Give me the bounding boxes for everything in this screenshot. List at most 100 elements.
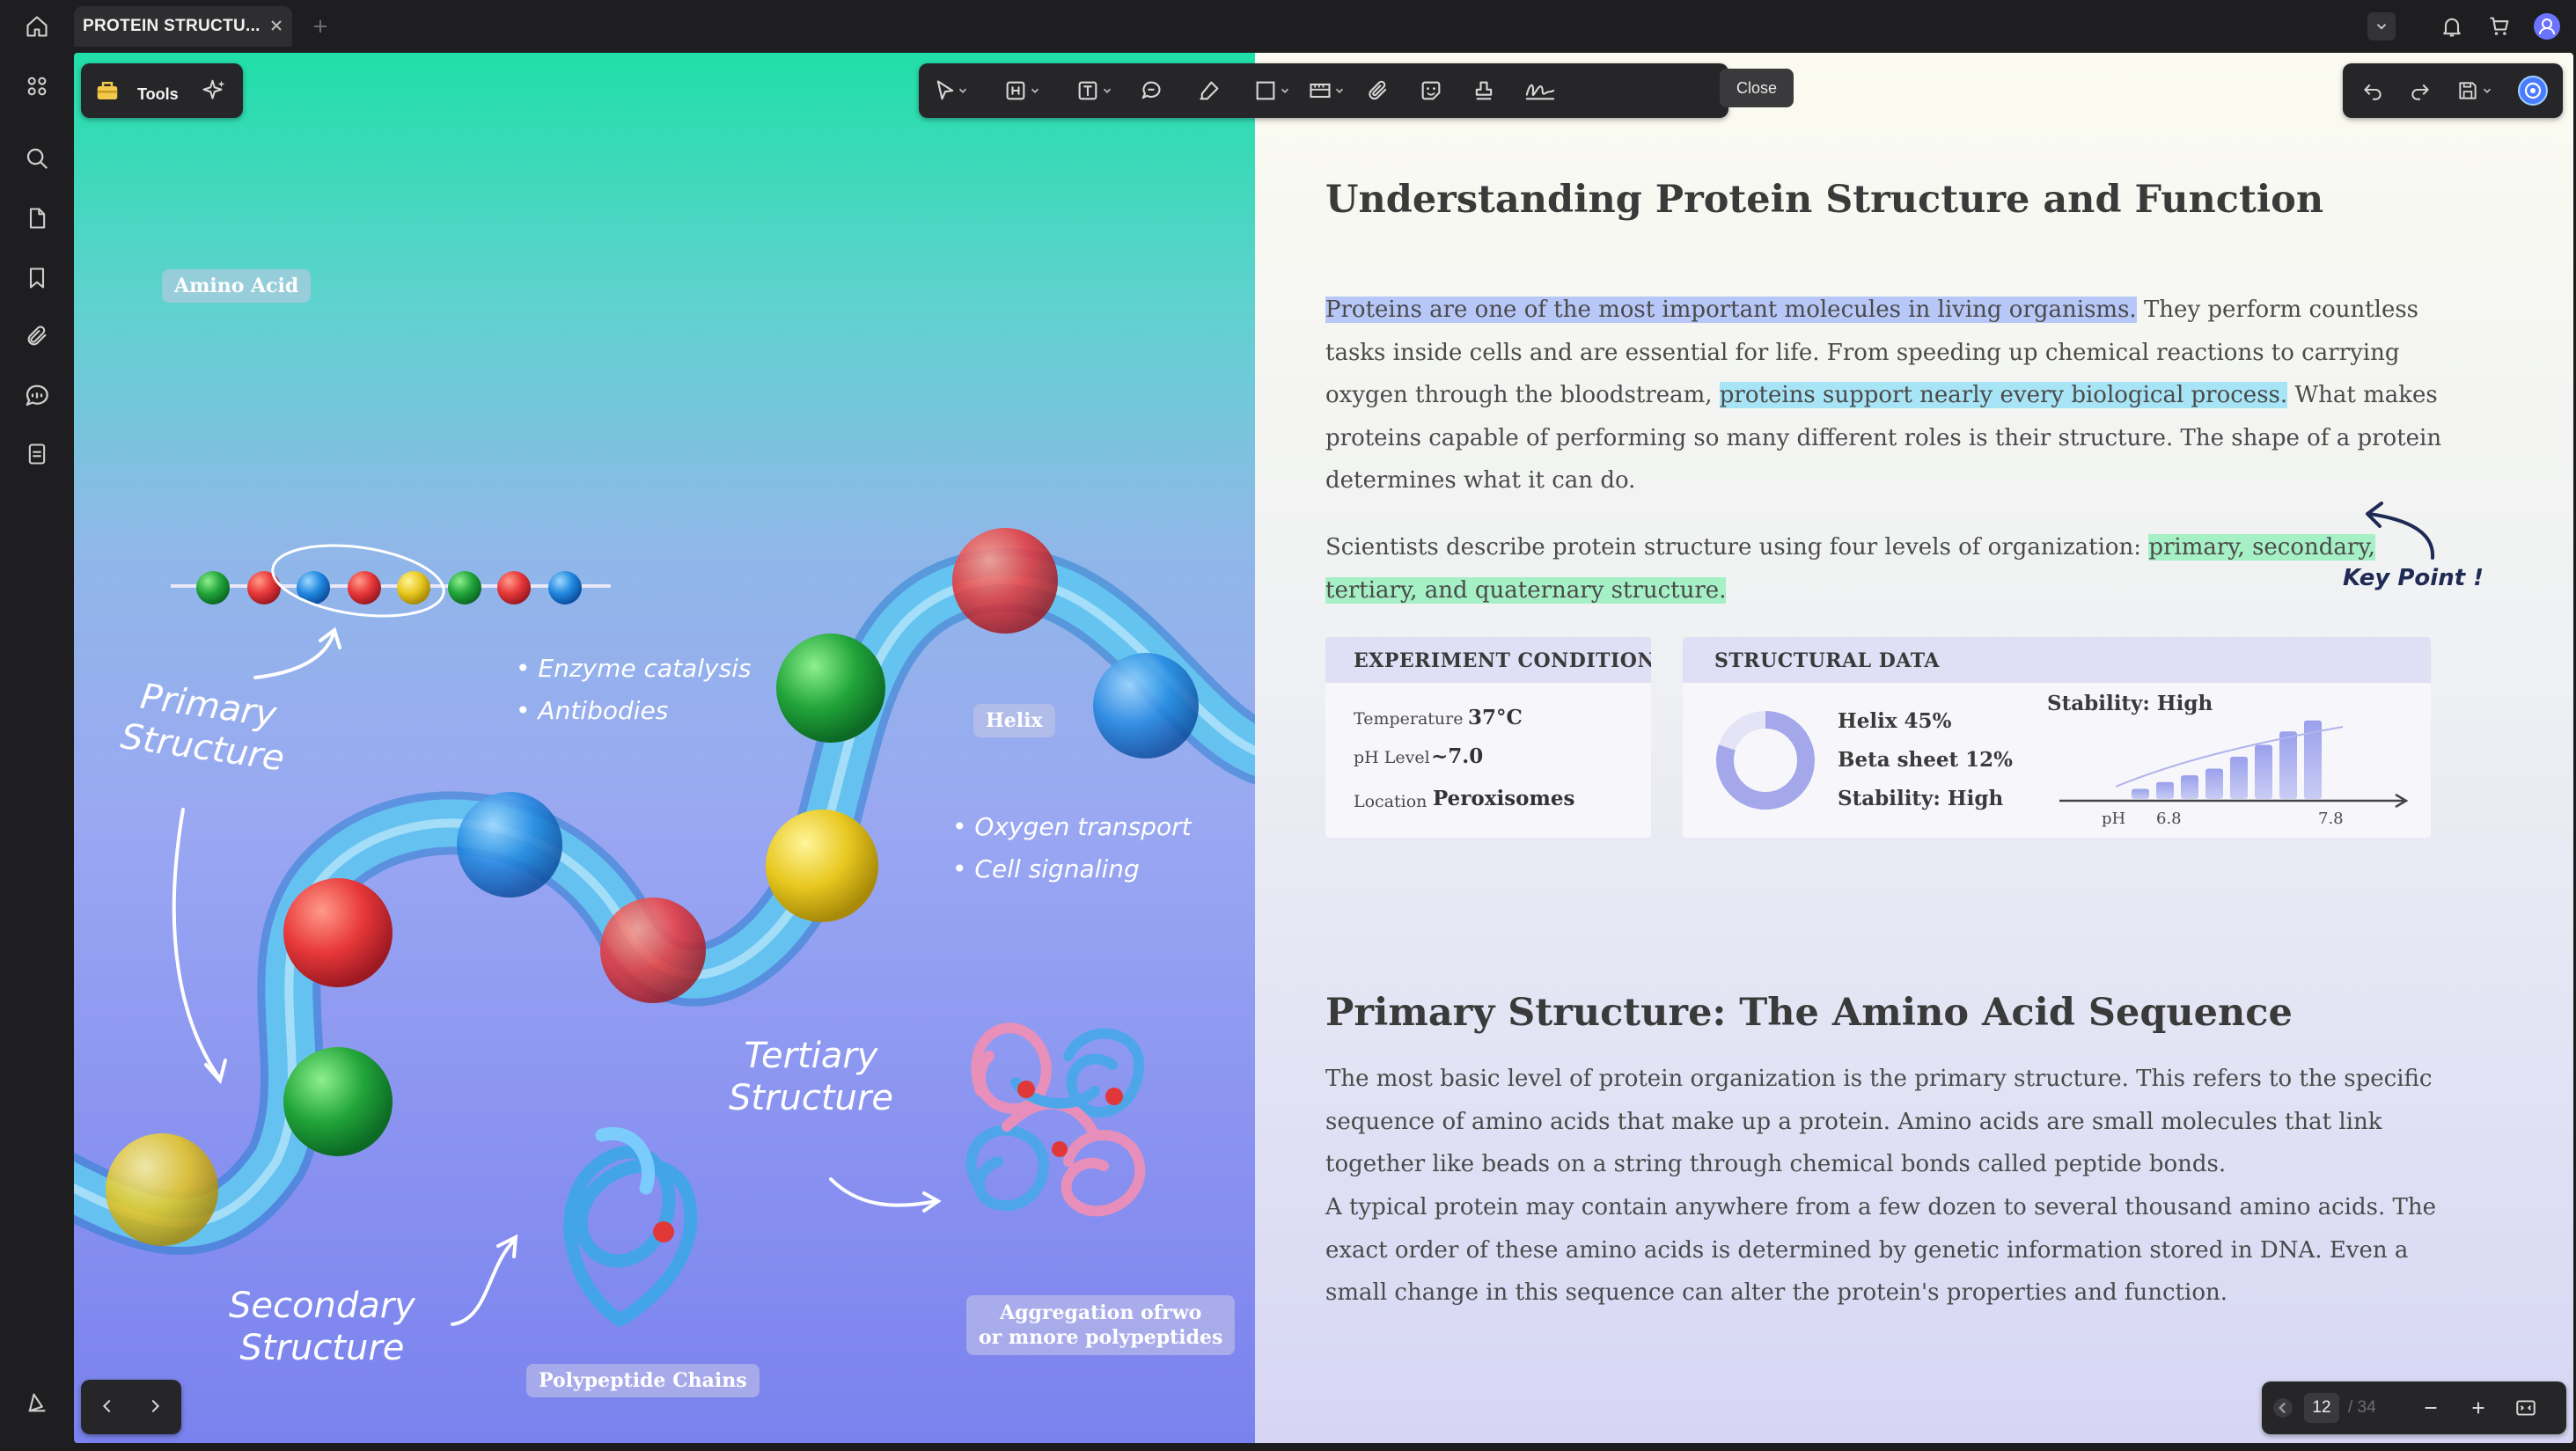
amino-acid-label: Amino Acid [162,269,312,303]
location-value: Peroxisomes [1433,787,1575,810]
new-tab-icon[interactable] [305,11,336,42]
page-number-input[interactable]: 12 [2304,1393,2339,1423]
signature-icon[interactable] [1519,73,1561,108]
comment-tool-icon[interactable] [1134,73,1169,108]
chevron-left-icon[interactable] [90,1389,125,1424]
ai-assistant-icon[interactable] [2515,73,2550,108]
list-item-text: Antibodies [538,696,669,725]
chevron-down-icon[interactable] [952,73,973,108]
structure-word: Structure [239,1328,405,1368]
card-title: STRUCTURAL DATA [1714,649,1940,672]
close-icon[interactable] [266,15,287,36]
zoom-in-icon[interactable] [2461,1390,2496,1425]
fit-page-icon[interactable] [2508,1390,2543,1425]
pages-icon[interactable] [19,201,55,236]
list-item: • Oxygen transport [952,812,1192,841]
sequence-paragraph[interactable]: A typical protein may contain anywhere f… [1325,1186,2470,1315]
chevron-right-icon[interactable] [137,1389,172,1424]
list-item-text: Cell signaling [974,854,1140,883]
aggregation-label-line1: Aggregation ofrwo [1000,1301,1202,1324]
stability-value: Stability: High [1838,787,2004,810]
highlighter-icon[interactable] [1192,73,1227,108]
tools-button[interactable]: Tools [137,85,179,104]
tertiary-word: Tertiary [744,1036,878,1076]
search-icon[interactable] [19,141,55,176]
profile-icon[interactable] [2531,11,2563,42]
page-total: / 34 [2348,1398,2376,1417]
close-toolbar-button[interactable]: Close [1720,69,1794,107]
ai-sparkle-icon[interactable] [197,73,232,108]
paragraph-text: Scientists describe protein structure us… [1325,534,2149,561]
temperature-value: 37°C [1468,706,1523,729]
list-item: • Antibodies [516,696,669,725]
intro-paragraph[interactable]: Proteins are one of the most important m… [1325,289,2478,502]
page-back-icon[interactable] [2265,1390,2301,1425]
location-label: Location [1354,792,1427,811]
highlight[interactable]: proteins support nearly every biological… [1719,382,2288,408]
stamp-icon[interactable] [1466,73,1501,108]
home-icon[interactable] [21,11,53,42]
stability-chart [2059,720,2409,809]
highlight[interactable]: Proteins are one of the most important m… [1325,297,2137,323]
card-header: EXPERIMENT CONDITIONS [1325,637,1651,683]
apps-icon[interactable] [19,69,55,104]
card-title: EXPERIMENT CONDITIONS [1354,649,1651,672]
temperature-label: Temperature [1354,709,1464,729]
primary-paragraph[interactable]: The most basic level of protein organiza… [1325,1058,2470,1186]
attachment-icon[interactable] [19,319,55,354]
document-tab[interactable]: PROTEIN STRUCTU... [74,6,292,47]
aggregation-label-line2: or mnore polypeptides [979,1326,1223,1349]
stability-bar [2132,788,2149,799]
structure-word: Structure [729,1078,893,1118]
illustration-page: Amino Acid Helix Polypeptide Chains Aggr… [74,53,1255,1443]
levels-paragraph[interactable]: Scientists describe protein structure us… [1325,526,2382,612]
title-bar: PROTEIN STRUCTU... [0,0,2576,53]
chevron-down-icon[interactable] [1274,73,1295,108]
chevron-down-icon[interactable] [1024,73,1046,108]
tools-toolbar: Tools [81,63,243,118]
scan-icon[interactable] [19,436,55,472]
cart-icon[interactable] [2484,11,2515,42]
tab-title: PROTEIN STRUCTU... [83,17,261,35]
secondary-word: Secondary [229,1286,415,1326]
stability-bar [2255,744,2272,799]
toolbox-icon[interactable] [90,73,125,108]
secondary-structure-label: Secondary Structure [229,1285,415,1369]
sticker-icon[interactable] [1413,73,1449,108]
bell-icon[interactable] [2436,11,2468,42]
helix-label: Helix [973,704,1055,737]
highlight[interactable]: primary, secondary, [2148,534,2375,561]
stability-bar [2279,731,2297,799]
function-list-a: • Enzyme catalysis • Antibodies [516,648,752,732]
page-nav [81,1380,181,1434]
ph-value: ~7.0 [1431,744,1484,768]
document-viewport[interactable]: Amino Acid Helix Polypeptide Chains Aggr… [74,53,2573,1443]
experiment-conditions-card: EXPERIMENT CONDITIONS Temperature 37°C p… [1325,637,1651,838]
chevron-down-icon[interactable] [1097,73,1118,108]
chart-axis-label: pH [2102,810,2126,828]
card-header: STRUCTURAL DATA [1683,637,2431,683]
zoom-out-icon[interactable] [2413,1390,2448,1425]
aggregation-label: Aggregation ofrwo or mnore polypeptides [966,1295,1236,1355]
undo-icon[interactable] [2355,73,2390,108]
left-sidebar [0,53,74,1451]
list-item-text: Enzyme catalysis [538,654,752,683]
chevron-down-icon[interactable] [2477,73,2498,108]
ph-label: pH Level [1354,748,1430,767]
composition-donut [1716,711,1815,810]
section-heading: Primary Structure: The Amino Acid Sequen… [1325,991,2293,1035]
tertiary-structure-label: Tertiary Structure [729,1035,893,1119]
highlight[interactable]: tertiary, and quaternary structure. [1325,576,1727,604]
theme-icon[interactable] [19,1385,55,1420]
redo-icon[interactable] [2403,73,2438,108]
dropdown-icon[interactable] [2367,12,2396,40]
key-point-annotation[interactable]: Key Point ! [2343,565,2484,591]
comment-icon[interactable] [19,378,55,414]
attach-icon[interactable] [1361,73,1396,108]
bookmark-icon[interactable] [19,260,55,296]
chart-tick: 7.8 [2318,810,2344,828]
polypeptide-label: Polypeptide Chains [526,1364,760,1397]
stability-bar [2156,781,2174,799]
key-point-arrow-icon [2366,502,2435,560]
chevron-down-icon[interactable] [1329,73,1350,108]
